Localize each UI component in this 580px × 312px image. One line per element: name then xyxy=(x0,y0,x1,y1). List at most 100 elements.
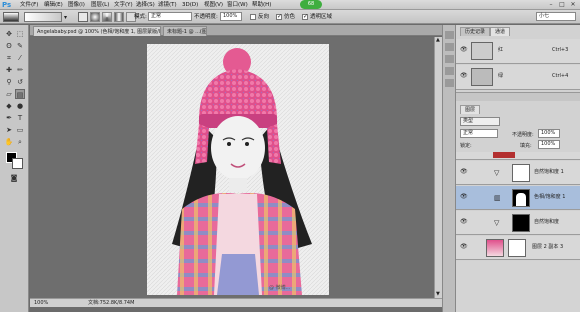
blur-tool-icon[interactable]: ◆ xyxy=(4,101,14,111)
zoom-badge: 68 xyxy=(300,0,322,9)
fill-label: 填充: xyxy=(520,143,532,149)
channel-row-green[interactable]: 👁 绿 Ctrl+4 xyxy=(456,65,580,90)
quick-mask-icon[interactable]: ◙ xyxy=(9,173,19,183)
channel-name: 红 xyxy=(498,47,504,53)
layer-row-hue-saturation-1[interactable]: 👁 ▥ 色相/饱和度 1 xyxy=(456,186,580,210)
properties-panel-icon[interactable] xyxy=(445,43,454,51)
menu-3d[interactable]: 3D(D) xyxy=(182,0,198,10)
layer-row-partial[interactable] xyxy=(456,152,580,160)
path-select-tool-icon[interactable]: ➤ xyxy=(4,125,14,135)
tools-panel: ✥ ⬚ ʘ ✎ ⌗ ⁄ ✚ ✏ ⚲ ↺ ▱ ▤ ◆ ● ✒ T ➤ ▭ ✋ ⌕ … xyxy=(0,25,29,312)
channel-thumbnail xyxy=(471,68,493,86)
layer-mask-thumbnail xyxy=(512,214,530,232)
pen-tool-icon[interactable]: ✒ xyxy=(4,113,14,123)
document-image[interactable]: @ 微博... xyxy=(147,44,329,295)
opacity-input[interactable]: 100% xyxy=(220,12,242,21)
hand-tool-icon[interactable]: ✋ xyxy=(4,137,14,147)
gradient-picker[interactable] xyxy=(24,12,62,22)
menu-image[interactable]: 图像(I) xyxy=(68,0,85,10)
background-color-swatch[interactable] xyxy=(12,158,23,169)
layer-name: 色相/饱和度 1 xyxy=(534,194,566,200)
photoshop-logo: Ps xyxy=(2,1,12,9)
crop-tool-icon[interactable]: ⌗ xyxy=(4,53,14,63)
menu-window[interactable]: 窗口(W) xyxy=(227,0,248,10)
menu-layer[interactable]: 图层(L) xyxy=(91,0,109,10)
channel-row-red[interactable]: 👁 红 Ctrl+3 xyxy=(456,39,580,64)
layer-filter-select[interactable]: 类型 xyxy=(460,117,500,126)
maximize-button[interactable]: □ xyxy=(557,1,567,9)
layers-list-remaining xyxy=(456,261,580,312)
menu-select[interactable]: 选择(S) xyxy=(136,0,155,10)
layer-row-layer-2-copy-3[interactable]: 👁 图层 2 副本 3 xyxy=(456,236,580,260)
layer-row-vibrance[interactable]: 👁 ▽ 自然饱和度 xyxy=(456,211,580,235)
tab-untitled[interactable]: 未标题-1 @ ...(图层蒙版/8) * × xyxy=(163,26,207,36)
healing-brush-tool-icon[interactable]: ✚ xyxy=(4,65,14,75)
adjustments-panel-icon[interactable] xyxy=(445,55,454,63)
linear-gradient-icon[interactable] xyxy=(78,12,88,22)
eye-icon[interactable]: 👁 xyxy=(460,169,468,175)
quick-select-tool-icon[interactable]: ✎ xyxy=(15,41,25,51)
channel-name: 绿 xyxy=(498,73,504,79)
brush-tool-icon[interactable]: ✏ xyxy=(15,65,25,75)
history-brush-tool-icon[interactable]: ↺ xyxy=(15,77,25,87)
dodge-tool-icon[interactable]: ● xyxy=(15,101,25,111)
menu-filter[interactable]: 滤镜(T) xyxy=(158,0,177,10)
tab-history[interactable]: 历史记录 xyxy=(460,27,491,36)
dither-checkbox[interactable]: ✓ xyxy=(276,13,282,20)
channels-footer xyxy=(456,92,580,101)
lasso-tool-icon[interactable]: ʘ xyxy=(4,41,14,51)
reflected-gradient-icon[interactable] xyxy=(114,12,124,22)
menu-edit[interactable]: 编辑(E) xyxy=(44,0,63,10)
eraser-tool-icon[interactable]: ▱ xyxy=(4,89,14,99)
marquee-tool-icon[interactable]: ⬚ xyxy=(15,29,25,39)
fill-input[interactable]: 100% xyxy=(538,140,560,149)
menu-help[interactable]: 帮助(H) xyxy=(252,0,271,10)
eye-icon[interactable]: 👁 xyxy=(460,73,468,79)
close-button[interactable]: ✕ xyxy=(568,1,578,9)
move-tool-icon[interactable]: ✥ xyxy=(4,29,14,39)
layer-opacity-input[interactable]: 100% xyxy=(538,129,560,138)
chevron-down-icon[interactable]: ▾ xyxy=(64,14,67,21)
layer-mask-thumbnail xyxy=(508,239,526,257)
reverse-label: 反向 xyxy=(258,14,270,20)
tab-channels[interactable]: 通道 xyxy=(490,27,511,36)
status-zoom[interactable]: 100% xyxy=(34,299,48,307)
layer-thumbnail xyxy=(486,239,504,257)
mode-select[interactable]: 正常 xyxy=(148,12,192,21)
status-doc-size: 文档:752.8K/8.74M xyxy=(88,300,135,306)
zoom-tool-icon[interactable]: ⌕ xyxy=(15,137,25,147)
history-panel-icon[interactable] xyxy=(445,31,454,39)
swatches-panel-icon[interactable] xyxy=(445,79,454,87)
angle-gradient-icon[interactable] xyxy=(102,12,112,22)
blend-mode-select[interactable]: 正常 xyxy=(460,129,498,138)
layer-row-vibrance-1[interactable]: 👁 ▽ 自然饱和度 1 xyxy=(456,161,580,185)
clone-stamp-tool-icon[interactable]: ⚲ xyxy=(4,77,14,87)
styles-panel-icon[interactable] xyxy=(445,67,454,75)
menu-view[interactable]: 视图(V) xyxy=(204,0,223,10)
eye-icon[interactable]: 👁 xyxy=(460,47,468,53)
layer-opacity-label: 不透明度: xyxy=(512,132,534,138)
eyedropper-tool-icon[interactable]: ⁄ xyxy=(15,53,25,63)
eye-icon[interactable]: 👁 xyxy=(460,219,468,225)
type-tool-icon[interactable]: T xyxy=(15,113,25,123)
tab-layers[interactable]: 图层 xyxy=(460,105,481,114)
document-tabs: Angelababy.psd @ 100% (色相/饱和度 1, 图层蒙版/8)… xyxy=(30,25,442,36)
layer-name: 图层 2 副本 3 xyxy=(532,244,564,250)
shape-tool-icon[interactable]: ▭ xyxy=(15,125,25,135)
radial-gradient-icon[interactable] xyxy=(90,12,100,22)
transparency-checkbox[interactable]: ✓ xyxy=(302,13,308,20)
menu-file[interactable]: 文件(F) xyxy=(20,0,38,10)
eye-icon[interactable]: 👁 xyxy=(460,244,468,250)
tab-angelababy[interactable]: Angelababy.psd @ 100% (色相/饱和度 1, 图层蒙版/8)… xyxy=(33,26,161,36)
gradient-tool-active-icon[interactable]: ▤ xyxy=(15,89,25,99)
gradient-tool-icon[interactable] xyxy=(3,12,19,22)
workspace-select[interactable]: 小七 xyxy=(536,12,576,21)
reverse-checkbox[interactable] xyxy=(250,14,256,20)
channel-thumbnail xyxy=(471,42,493,60)
menu-type[interactable]: 文字(Y) xyxy=(114,0,133,10)
eye-icon[interactable]: 👁 xyxy=(460,194,468,200)
adjustment-icon: ▽ xyxy=(494,219,500,227)
lock-label: 锁定: xyxy=(460,143,472,149)
vertical-scrollbar[interactable]: ▲ ▼ xyxy=(434,37,442,298)
minimize-button[interactable]: – xyxy=(546,1,556,9)
